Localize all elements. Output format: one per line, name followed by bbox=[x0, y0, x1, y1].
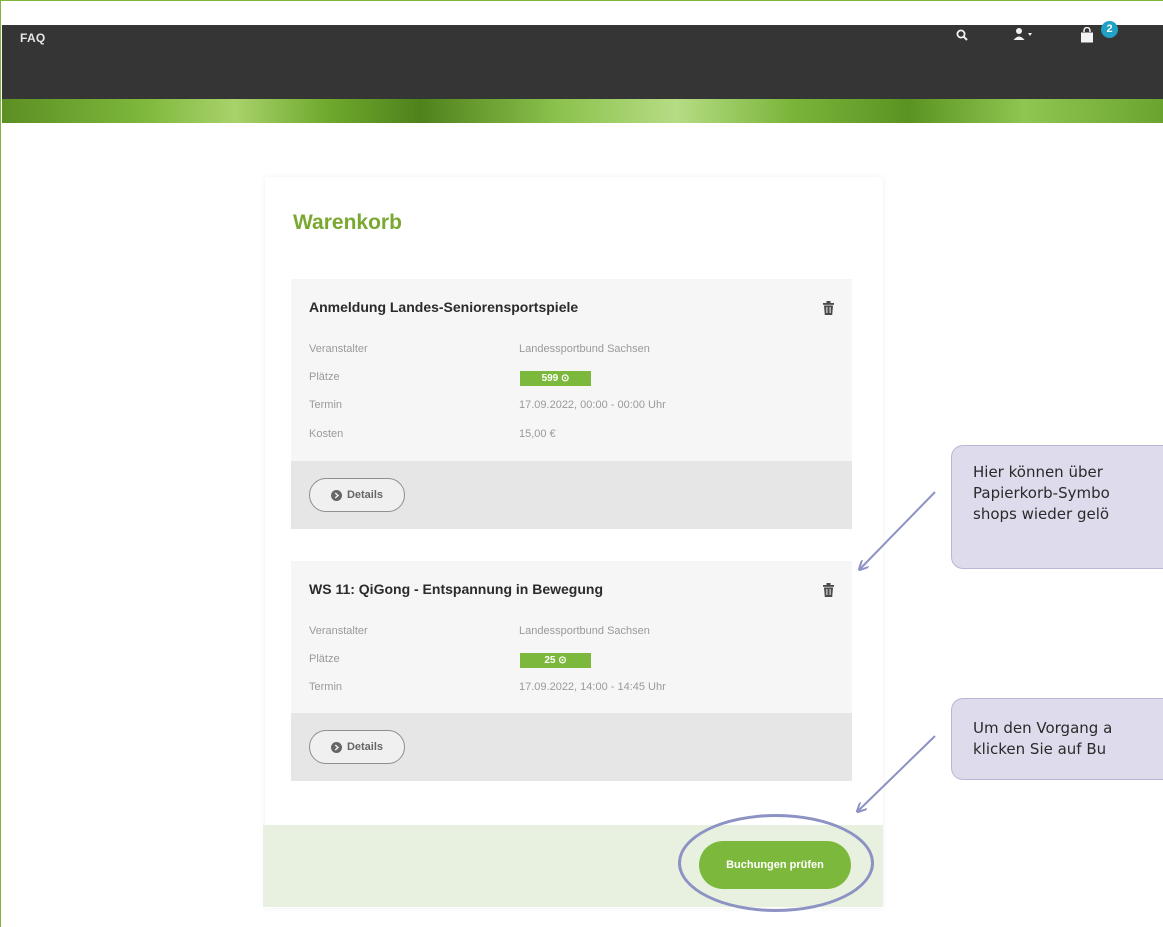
annotation-arrow bbox=[858, 735, 936, 811]
annotation-arrows bbox=[1, 491, 936, 927]
annotation-arrow bbox=[860, 491, 936, 569]
